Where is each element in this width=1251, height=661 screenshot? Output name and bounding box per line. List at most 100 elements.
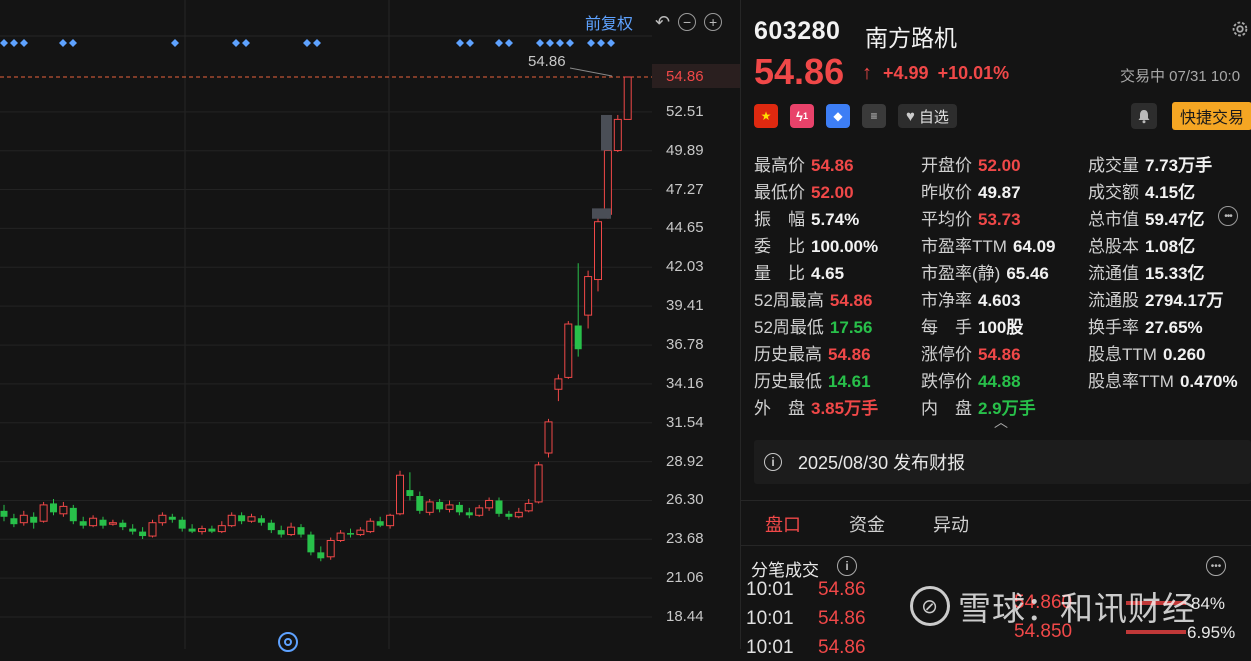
candle[interactable] bbox=[584, 270, 593, 329]
candle[interactable] bbox=[119, 519, 127, 531]
candle[interactable] bbox=[247, 513, 256, 523]
event-marker[interactable] bbox=[607, 39, 615, 47]
event-marker[interactable] bbox=[303, 39, 311, 47]
candle[interactable] bbox=[613, 114, 622, 153]
event-marker[interactable] bbox=[566, 39, 574, 47]
candle[interactable] bbox=[227, 512, 236, 528]
event-marker[interactable] bbox=[456, 39, 464, 47]
candle[interactable] bbox=[564, 321, 573, 379]
info-icon[interactable]: i bbox=[837, 556, 857, 576]
event-marker[interactable] bbox=[20, 39, 28, 47]
event-marker[interactable] bbox=[495, 39, 503, 47]
candle[interactable] bbox=[396, 470, 404, 516]
candle[interactable] bbox=[445, 500, 454, 513]
candle[interactable] bbox=[188, 524, 196, 534]
more-options-icon[interactable]: ••• bbox=[1206, 556, 1226, 576]
candle[interactable] bbox=[158, 512, 167, 526]
price-adjust-toggle[interactable]: 前复权 bbox=[585, 10, 633, 34]
candle[interactable] bbox=[554, 374, 563, 402]
candlestick-chart[interactable]: 54.86 bbox=[0, 0, 652, 649]
candle[interactable] bbox=[524, 498, 533, 513]
event-marker[interactable] bbox=[546, 39, 554, 47]
event-marker[interactable] bbox=[505, 39, 513, 47]
candle[interactable] bbox=[326, 537, 335, 560]
location-icon[interactable] bbox=[278, 632, 298, 652]
candle[interactable] bbox=[238, 512, 246, 525]
candle[interactable] bbox=[514, 507, 523, 519]
candle[interactable] bbox=[603, 149, 612, 219]
candle[interactable] bbox=[594, 217, 602, 292]
candle[interactable] bbox=[99, 516, 107, 529]
candle[interactable] bbox=[257, 515, 265, 526]
quick-trade-button[interactable]: 快捷交易 bbox=[1172, 102, 1251, 130]
candle[interactable] bbox=[30, 512, 38, 529]
candle[interactable] bbox=[59, 501, 68, 517]
candle[interactable] bbox=[416, 491, 424, 514]
candle[interactable] bbox=[287, 522, 296, 537]
candle[interactable] bbox=[623, 76, 632, 120]
event-marker[interactable] bbox=[466, 39, 474, 47]
candle[interactable] bbox=[89, 515, 98, 528]
candle[interactable] bbox=[50, 498, 57, 516]
price-tag-icon[interactable]: ◆ bbox=[826, 104, 850, 128]
candle[interactable] bbox=[475, 504, 484, 517]
event-marker[interactable] bbox=[313, 39, 321, 47]
collapse-chevron-icon[interactable]: ︿ bbox=[994, 412, 1008, 432]
note-icon[interactable]: ≡ bbox=[862, 104, 886, 128]
tab-capital-flow[interactable]: 资金 bbox=[825, 501, 909, 545]
candle[interactable] bbox=[347, 528, 354, 538]
event-marker[interactable] bbox=[242, 39, 250, 47]
candle[interactable] bbox=[19, 510, 28, 526]
candle[interactable] bbox=[217, 521, 226, 534]
candle[interactable] bbox=[544, 418, 553, 458]
candle[interactable] bbox=[307, 531, 315, 556]
add-to-watchlist-button[interactable]: ♥ 自选 bbox=[898, 104, 957, 128]
candle[interactable] bbox=[267, 519, 275, 534]
candle[interactable] bbox=[406, 472, 414, 501]
candle[interactable] bbox=[148, 519, 157, 538]
event-marker[interactable] bbox=[59, 39, 67, 47]
event-marker[interactable] bbox=[556, 39, 564, 47]
candle[interactable] bbox=[297, 524, 305, 538]
candle[interactable] bbox=[0, 504, 8, 522]
candle[interactable] bbox=[485, 497, 494, 511]
gear-icon[interactable] bbox=[1229, 18, 1251, 40]
kline-chart-pane[interactable]: 54.86 前复权 ↶ − + 54.86 52.51 49.89 47.27 44.… bbox=[0, 0, 740, 652]
candle[interactable] bbox=[108, 519, 117, 526]
event-marker[interactable] bbox=[232, 39, 240, 47]
candle[interactable] bbox=[366, 518, 375, 534]
candle[interactable] bbox=[386, 513, 395, 529]
more-options-icon[interactable]: ••• bbox=[1218, 206, 1238, 226]
candle[interactable] bbox=[277, 525, 285, 538]
candle[interactable] bbox=[356, 527, 365, 537]
candle[interactable] bbox=[168, 513, 176, 523]
candle[interactable] bbox=[455, 501, 463, 516]
candle[interactable] bbox=[425, 498, 434, 516]
candle[interactable] bbox=[79, 516, 87, 529]
event-marker[interactable] bbox=[536, 39, 544, 47]
event-marker[interactable] bbox=[587, 39, 595, 47]
candle[interactable] bbox=[376, 516, 384, 528]
candle[interactable] bbox=[39, 501, 48, 523]
event-marker[interactable] bbox=[0, 39, 8, 47]
candle[interactable] bbox=[69, 504, 77, 525]
level-badge-icon[interactable]: ϟ1 bbox=[790, 104, 814, 128]
candle[interactable] bbox=[574, 263, 582, 357]
earnings-notice[interactable]: i 2025/08/30 发布财报 bbox=[754, 440, 1251, 484]
candle[interactable] bbox=[505, 510, 513, 520]
candle[interactable] bbox=[198, 525, 206, 535]
event-marker[interactable] bbox=[597, 39, 605, 47]
candle[interactable] bbox=[534, 461, 543, 504]
bell-icon[interactable] bbox=[1131, 103, 1157, 129]
event-marker[interactable] bbox=[69, 39, 77, 47]
candle[interactable] bbox=[436, 498, 444, 513]
candle[interactable] bbox=[336, 530, 345, 542]
candle[interactable] bbox=[139, 527, 147, 540]
tab-order-book[interactable]: 盘口 bbox=[741, 501, 825, 545]
candle[interactable] bbox=[465, 507, 473, 519]
tab-unusual-activity[interactable]: 异动 bbox=[909, 501, 993, 545]
candle[interactable] bbox=[208, 525, 216, 534]
candle[interactable] bbox=[129, 524, 137, 535]
event-marker[interactable] bbox=[10, 39, 18, 47]
event-marker[interactable] bbox=[171, 39, 179, 47]
